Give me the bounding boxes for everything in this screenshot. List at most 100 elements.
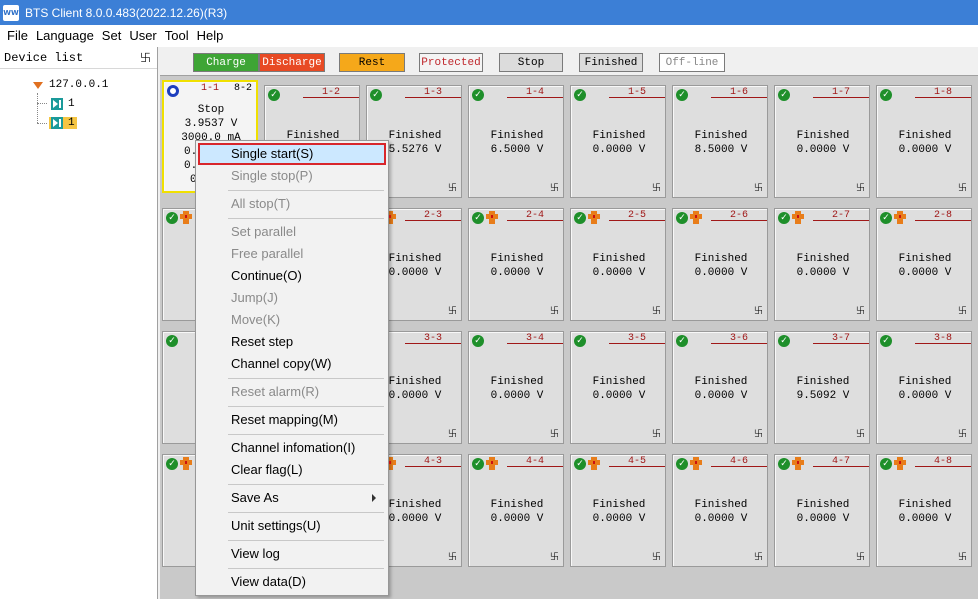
channel-cell[interactable]: ✓ 2-8 Finished 0.0000 V ࿕: [876, 208, 972, 321]
menu-user[interactable]: User: [125, 25, 160, 47]
tree-root-item[interactable]: 127.0.0.1: [33, 77, 108, 93]
legend-discharge: Discharge: [259, 53, 325, 72]
pin-icon: ࿕: [549, 553, 559, 563]
menu-separator: [228, 406, 384, 407]
check-icon: ✓: [166, 335, 178, 347]
channel-status: Finished: [490, 130, 544, 142]
pin-icon: ࿕: [651, 553, 661, 563]
ctx-item-label: Single start(S): [231, 146, 314, 161]
pin-icon: ࿕: [855, 307, 865, 317]
channel-cell[interactable]: ✓ 1-5 Finished 0.0000 V ࿕: [570, 85, 666, 198]
check-icon: ✓: [778, 335, 790, 347]
channel-voltage: 0.0000 V: [898, 513, 952, 525]
legend-rest: Rest: [339, 53, 405, 72]
menu-set[interactable]: Set: [98, 25, 126, 47]
channel-cell[interactable]: ✓ 4-5 Finished 0.0000 V ࿕: [570, 454, 666, 567]
check-icon: ✓: [778, 458, 790, 470]
menu-tool[interactable]: Tool: [161, 25, 193, 47]
pin-icon: ࿕: [549, 307, 559, 317]
alarm-flag-icon: [690, 457, 702, 470]
alarm-flag-icon: [180, 457, 192, 470]
menu-file[interactable]: File: [3, 25, 32, 47]
pin-icon: ࿕: [549, 184, 559, 194]
channel-cell[interactable]: ✓ 3-5 Finished 0.0000 V ࿕: [570, 331, 666, 444]
menu-separator: [228, 218, 384, 219]
channel-voltage: 0.0000 V: [796, 267, 850, 279]
alarm-flag-icon: [486, 457, 498, 470]
pin-icon: ࿕: [957, 307, 967, 317]
menu-separator: [228, 378, 384, 379]
check-icon: ✓: [472, 212, 484, 224]
ctx-item-save-as[interactable]: Save As: [198, 487, 386, 509]
channel-cell[interactable]: ✓ 1-8 Finished 0.0000 V ࿕: [876, 85, 972, 198]
channel-status: Finished: [796, 253, 850, 265]
step-indicator: 8-2: [233, 83, 252, 94]
channel-cell[interactable]: ✓ 2-5 Finished 0.0000 V ࿕: [570, 208, 666, 321]
channel-voltage: 0.0000 V: [490, 513, 544, 525]
ctx-item-view-log[interactable]: View log: [198, 543, 386, 565]
legend-stop: Stop: [499, 53, 563, 72]
channel-cell[interactable]: ✓ 3-8 Finished 0.0000 V ࿕: [876, 331, 972, 444]
tree-node-item[interactable]: 1: [51, 96, 75, 112]
channel-cell[interactable]: ✓ 1-4 Finished 6.5000 V ࿕: [468, 85, 564, 198]
channel-id: 2-6: [711, 210, 767, 221]
channel-cell[interactable]: ✓ 2-7 Finished 0.0000 V ࿕: [774, 208, 870, 321]
channel-voltage: 0.0000 V: [592, 267, 646, 279]
ctx-item-view-data[interactable]: View data(D): [198, 571, 386, 593]
channel-cell[interactable]: ✓ 1-7 Finished 0.0000 V ࿕: [774, 85, 870, 198]
ctx-item-channel-infomation[interactable]: Channel infomation(I): [198, 437, 386, 459]
alarm-flag-icon: [792, 457, 804, 470]
channel-cell[interactable]: ✓ 3-4 Finished 0.0000 V ࿕: [468, 331, 564, 444]
ctx-item-single-start[interactable]: Single start(S): [198, 143, 386, 165]
channel-cell[interactable]: ✓ 4-4 Finished 0.0000 V ࿕: [468, 454, 564, 567]
menu-language[interactable]: Language: [32, 25, 98, 47]
channel-cell[interactable]: ✓ 2-4 Finished 0.0000 V ࿕: [468, 208, 564, 321]
device-node-icon: [51, 117, 63, 129]
channel-voltage: 0.0000 V: [694, 513, 748, 525]
channel-cell[interactable]: ✓ 4-8 Finished 0.0000 V ࿕: [876, 454, 972, 567]
channel-id: 2-7: [813, 210, 869, 221]
alarm-flag-icon: [690, 211, 702, 224]
channel-cell[interactable]: ✓ 1-6 Finished 8.5000 V ࿕: [672, 85, 768, 198]
device-list-header: Device list ࿕: [0, 47, 157, 69]
channel-status: Finished: [796, 130, 850, 142]
channel-status: Stop: [197, 104, 225, 116]
tree-line: [37, 93, 38, 123]
ctx-item-continue[interactable]: Continue(O): [198, 265, 386, 287]
ctx-item-clear-flag[interactable]: Clear flag(L): [198, 459, 386, 481]
ctx-item-channel-copy[interactable]: Channel copy(W): [198, 353, 386, 375]
pin-icon: ࿕: [957, 430, 967, 440]
menu-help[interactable]: Help: [193, 25, 228, 47]
expand-triangle-icon[interactable]: [33, 81, 43, 89]
alarm-flag-icon: [588, 211, 600, 224]
channel-voltage: 3.9537 V: [184, 118, 238, 130]
channel-status: Finished: [694, 253, 748, 265]
ctx-item-label: Move(K): [231, 312, 281, 327]
tree-node-item-selected[interactable]: 1: [49, 115, 77, 131]
channel-cell[interactable]: ✓ 3-7 Finished 9.5092 V ࿕: [774, 331, 870, 444]
ctx-item-label: Set parallel: [231, 224, 297, 239]
channel-voltage: 9.5092 V: [796, 390, 850, 402]
channel-cell[interactable]: ✓ 3-6 Finished 0.0000 V ࿕: [672, 331, 768, 444]
pin-icon[interactable]: ࿕: [140, 49, 151, 66]
channel-voltage: 0.0000 V: [694, 390, 748, 402]
check-icon: ✓: [574, 212, 586, 224]
ctx-item-reset-step[interactable]: Reset step: [198, 331, 386, 353]
channel-cell[interactable]: ✓ 4-6 Finished 0.0000 V ࿕: [672, 454, 768, 567]
channel-status: Finished: [490, 376, 544, 388]
ctx-item-label: Single stop(P): [231, 168, 313, 183]
channel-id: 3-6: [711, 333, 767, 344]
ctx-item-single-stop: Single stop(P): [198, 165, 386, 187]
channel-cell[interactable]: ✓ 4-7 Finished 0.0000 V ࿕: [774, 454, 870, 567]
channel-id: 4-4: [507, 456, 563, 467]
ctx-item-label: Channel infomation(I): [231, 440, 356, 455]
ctx-item-reset-alarm: Reset alarm(R): [198, 381, 386, 403]
ctx-item-unit-settings[interactable]: Unit settings(U): [198, 515, 386, 537]
tree-node-label: 1: [68, 117, 75, 129]
channel-id: 1-5: [609, 87, 665, 98]
ctx-item-reset-mapping[interactable]: Reset mapping(M): [198, 409, 386, 431]
channel-id: 3-3: [405, 333, 461, 344]
channel-cell[interactable]: ✓ 2-6 Finished 0.0000 V ࿕: [672, 208, 768, 321]
check-icon: ✓: [676, 212, 688, 224]
channel-status: Finished: [694, 376, 748, 388]
